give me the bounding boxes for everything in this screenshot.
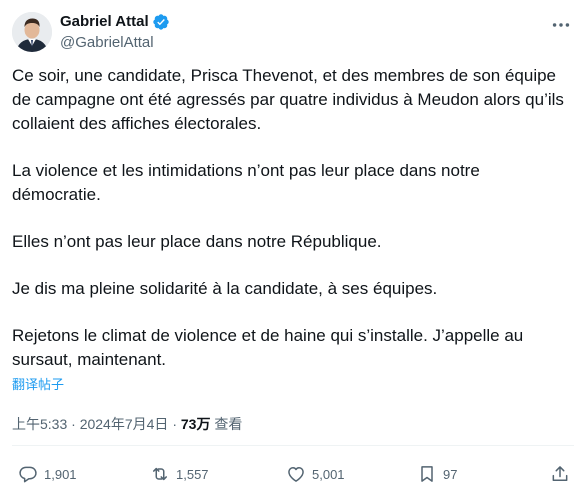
share-icon [552,466,568,481]
more-dots-icon[interactable] [550,14,572,36]
reply-count: 1,901 [44,466,77,482]
repost-button[interactable]: 1,557 [150,459,209,489]
author-display-name[interactable]: Gabriel Attal [60,12,149,32]
like-icon [288,467,304,482]
repost-icon [153,467,167,481]
tweet-header: Gabriel Attal @GabrielAttal [12,10,574,54]
tweet-paragraph: Ce soir, une candidate, Prisca Thevenot,… [12,66,564,133]
reply-button[interactable]: 1,901 [18,459,77,489]
like-button[interactable]: 5,001 [286,459,345,489]
translate-post-link[interactable]: 翻译帖子 [12,376,64,394]
like-count: 5,001 [312,466,345,482]
tweet-paragraph: Je dis ma pleine solidarité à la candida… [12,279,438,298]
tweet-paragraph: Rejetons le climat de violence et de hai… [12,326,524,369]
tweet-meta: 上午5:33 · 2024年7月4日 · 73万 查看 [12,414,242,434]
bookmark-button[interactable]: 97 [417,459,457,489]
verified-badge-icon [152,14,169,30]
bookmark-icon [421,466,433,482]
tweet-date[interactable]: 2024年7月4日 [80,416,169,432]
share-button[interactable] [550,459,570,489]
tweet-time[interactable]: 上午5:33 [12,416,67,432]
bookmark-count: 97 [443,466,458,482]
views-label: 查看 [214,416,243,432]
reply-icon [19,466,37,483]
avatar[interactable] [12,12,52,52]
avatar-image [12,12,52,52]
action-bar: 1,901 1,557 5,001 97 [12,459,574,489]
author-handle[interactable]: @GabrielAttal [60,33,170,53]
tweet-paragraph: La violence et les intimidations n’ont p… [12,161,480,204]
meta-separator: · [71,416,76,432]
tweet-paragraph: Elles n’ont pas leur place dans notre Ré… [12,232,382,251]
repost-count: 1,557 [176,466,209,482]
author-names: Gabriel Attal @GabrielAttal [60,12,170,53]
tweet-text: Ce soir, une candidate, Prisca Thevenot,… [12,64,572,372]
meta-separator: · [172,416,177,432]
divider [12,445,574,446]
views-count[interactable]: 73万 [181,416,211,432]
